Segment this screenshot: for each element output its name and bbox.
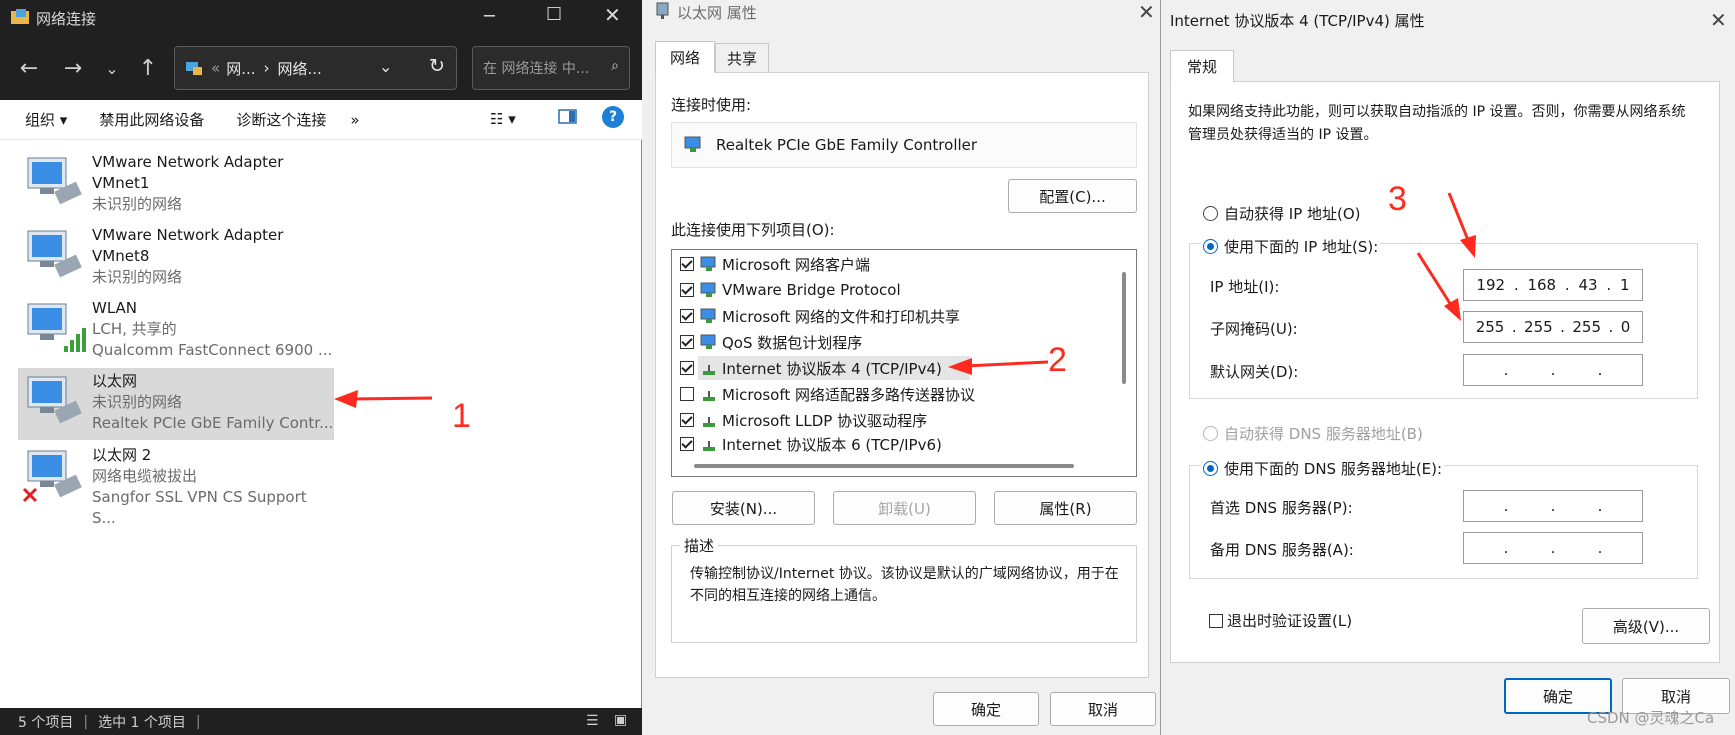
annotation-label: 1 bbox=[452, 397, 471, 435]
tab-general[interactable]: 常规 bbox=[1170, 50, 1234, 82]
annotation-label: 2 bbox=[1048, 341, 1067, 379]
annotation-label: 3 bbox=[1388, 180, 1407, 218]
annotation-arrows bbox=[334, 192, 1476, 408]
watermark: CSDN @灵魂之Ca bbox=[1587, 709, 1715, 727]
tab-network[interactable]: 网络 bbox=[655, 41, 715, 73]
